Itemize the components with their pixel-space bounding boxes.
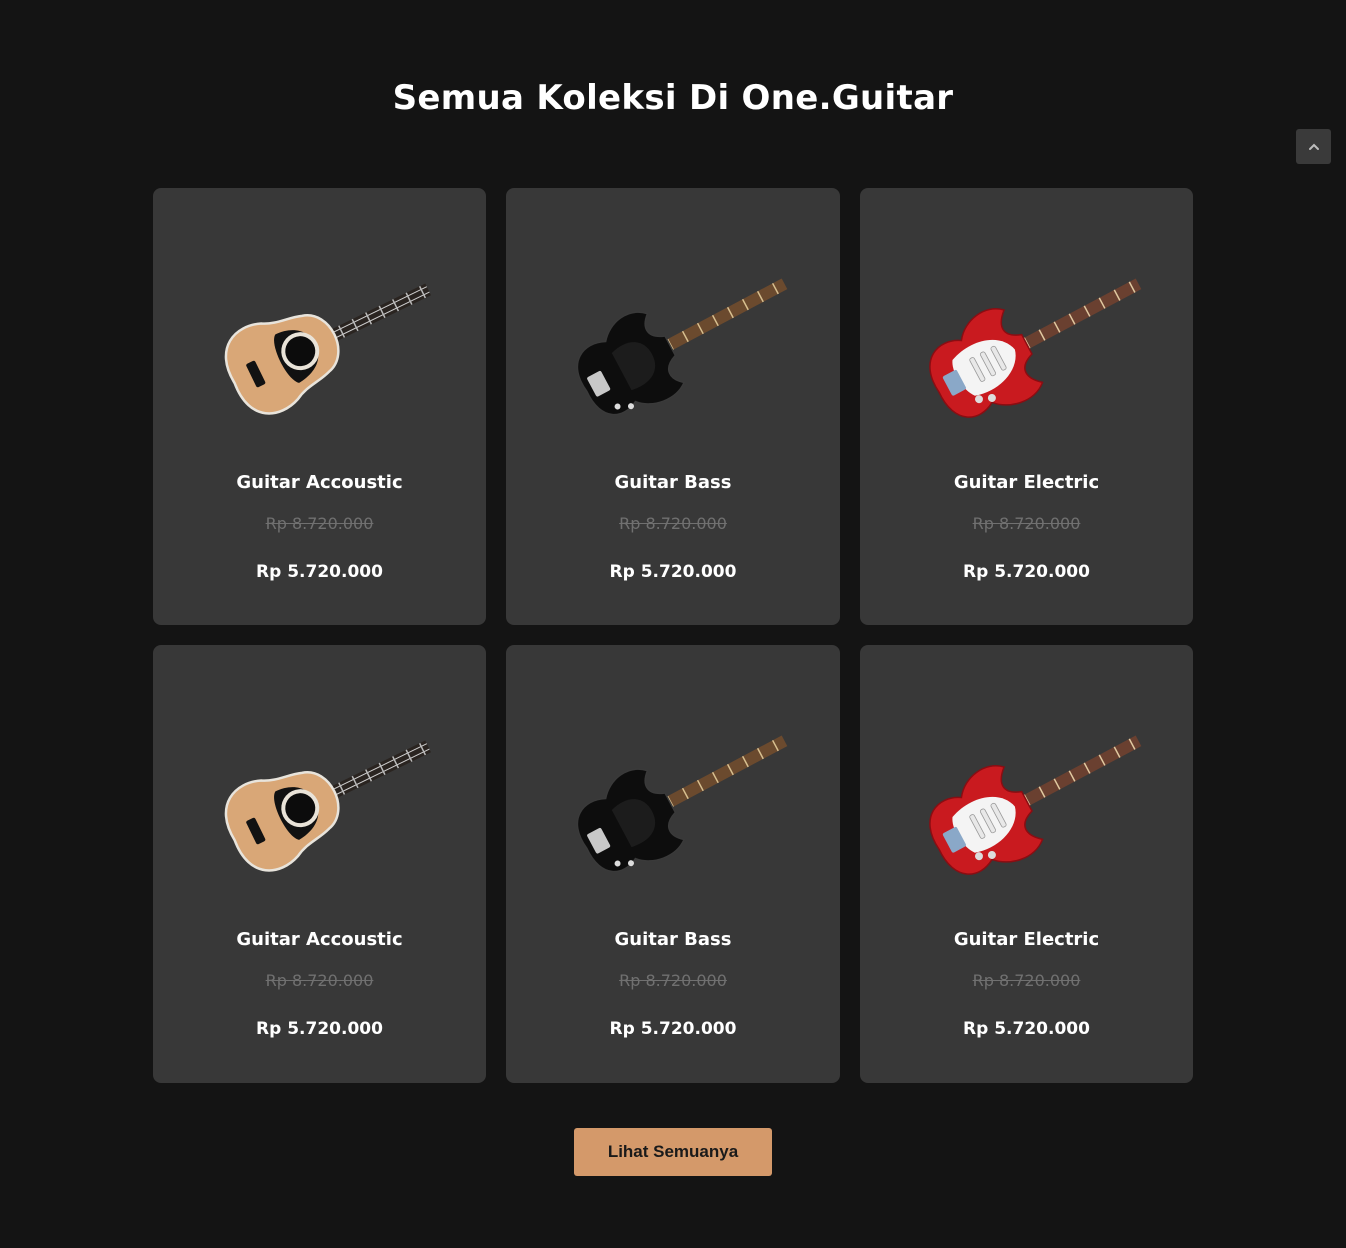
bass-guitar-image [506, 248, 840, 438]
product-card[interactable]: Guitar Accoustic Rp 8.720.000 Rp 5.720.0… [153, 188, 486, 625]
scroll-to-top-button[interactable] [1296, 129, 1331, 164]
original-price: Rp 8.720.000 [972, 514, 1081, 533]
bass-guitar-image [506, 705, 840, 895]
sale-price: Rp 5.720.000 [963, 562, 1090, 582]
product-card[interactable]: Guitar Bass Rp 8.720.000 Rp 5.720.000 [506, 645, 840, 1083]
original-price: Rp 8.720.000 [619, 971, 727, 990]
product-name: Guitar Electric [953, 472, 1100, 493]
product-card[interactable]: Guitar Electric Rp 8.720.000 Rp 5.720.00… [860, 188, 1193, 625]
sale-price: Rp 5.720.000 [609, 1019, 737, 1039]
original-price: Rp 8.720.000 [265, 514, 374, 533]
view-all-button[interactable]: Lihat Semuanya [574, 1128, 772, 1176]
product-name: Guitar Bass [614, 929, 732, 950]
chevron-up-icon [1308, 143, 1319, 150]
sale-price: Rp 5.720.000 [963, 1019, 1090, 1039]
acoustic-guitar-image [153, 705, 486, 895]
original-price: Rp 8.720.000 [972, 971, 1081, 990]
product-card[interactable]: Guitar Accoustic Rp 8.720.000 Rp 5.720.0… [153, 645, 486, 1083]
sale-price: Rp 5.720.000 [256, 1019, 383, 1039]
product-name: Guitar Electric [953, 929, 1100, 950]
original-price: Rp 8.720.000 [265, 971, 374, 990]
electric-guitar-image [860, 705, 1193, 895]
original-price: Rp 8.720.000 [619, 514, 727, 533]
section-title: Semua Koleksi Di One.Guitar [392, 78, 954, 118]
electric-guitar-image [860, 248, 1193, 438]
product-card[interactable]: Guitar Bass Rp 8.720.000 Rp 5.720.000 [506, 188, 840, 625]
product-name: Guitar Bass [614, 472, 732, 493]
product-grid: Guitar Accoustic Rp 8.720.000 Rp 5.720.0… [153, 188, 1193, 1083]
page: Semua Koleksi Di One.Guitar Guitar Accou… [0, 0, 1346, 1248]
sale-price: Rp 5.720.000 [609, 562, 737, 582]
sale-price: Rp 5.720.000 [256, 562, 383, 582]
product-card[interactable]: Guitar Electric Rp 8.720.000 Rp 5.720.00… [860, 645, 1193, 1083]
product-name: Guitar Accoustic [236, 929, 403, 950]
acoustic-guitar-image [153, 248, 486, 438]
product-name: Guitar Accoustic [236, 472, 403, 493]
